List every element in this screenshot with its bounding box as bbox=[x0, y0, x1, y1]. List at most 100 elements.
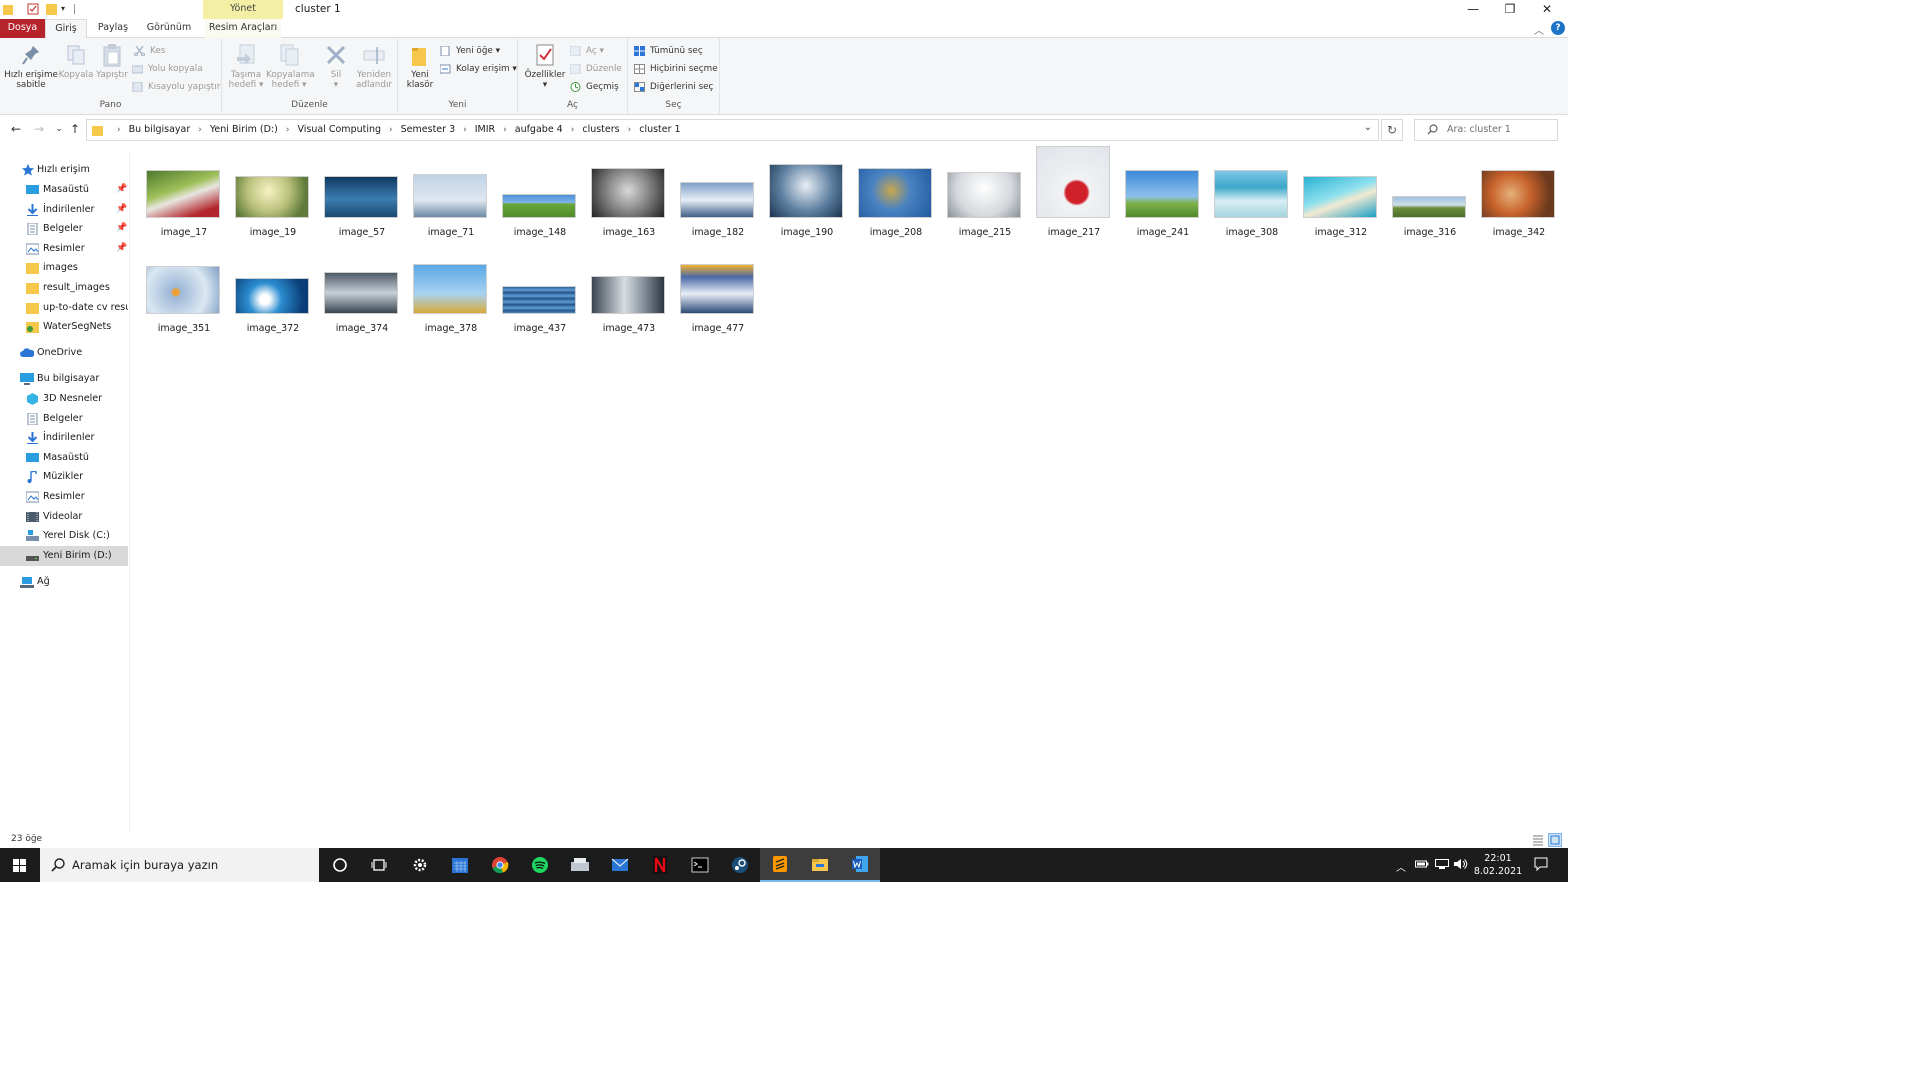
nav-pc-item[interactable]: Yerel Disk (C:) bbox=[0, 526, 128, 546]
select-all-button[interactable]: Tümünü seç bbox=[634, 43, 703, 59]
easy-access-button[interactable]: Kolay erişim ▾ bbox=[439, 61, 517, 77]
pin-icon[interactable]: 📌 bbox=[116, 200, 127, 219]
nav-quick-item[interactable]: İndirilenler 📌 bbox=[0, 200, 128, 220]
customize-quick-access-icon[interactable]: ▾ bbox=[61, 3, 72, 15]
back-arrow-icon[interactable]: ← bbox=[8, 122, 24, 138]
new-folder-button[interactable]: Yeni klasör bbox=[402, 42, 438, 90]
task-view-icon[interactable] bbox=[359, 848, 399, 882]
nav-quick-access[interactable]: Hızlı erişim bbox=[0, 160, 128, 180]
breadcrumb-item[interactable]: Visual Computing bbox=[297, 120, 381, 139]
large-icons-view-icon[interactable] bbox=[1548, 833, 1562, 847]
tab-home[interactable]: Giriş bbox=[45, 19, 87, 39]
breadcrumb-item[interactable]: aufgabe 4 bbox=[515, 120, 563, 139]
forward-arrow-icon[interactable]: → bbox=[31, 122, 47, 138]
recent-locations-chevron-icon[interactable]: ⌄ bbox=[51, 122, 67, 138]
file-tile[interactable]: image_437 bbox=[496, 248, 580, 340]
file-tile[interactable]: image_215 bbox=[941, 152, 1025, 244]
settings-gear-icon[interactable] bbox=[400, 848, 440, 882]
nav-quick-item[interactable]: images bbox=[0, 258, 128, 278]
select-none-button[interactable]: Hiçbirini seçme bbox=[634, 61, 718, 77]
netflix-icon[interactable] bbox=[640, 848, 680, 882]
pin-icon[interactable]: 📌 bbox=[116, 239, 127, 258]
refresh-icon[interactable]: ↻ bbox=[1381, 119, 1403, 141]
file-tile[interactable]: image_57 bbox=[318, 152, 402, 244]
pin-quick-access-button[interactable]: Hızlı erişime sabitle bbox=[4, 42, 58, 90]
spotify-icon[interactable] bbox=[520, 848, 560, 882]
breadcrumb-chevron-icon[interactable]: › bbox=[628, 121, 632, 140]
mail-icon[interactable] bbox=[600, 848, 640, 882]
nav-onedrive[interactable]: OneDrive bbox=[0, 343, 128, 363]
minimize-ribbon-icon[interactable]: ︿ bbox=[1534, 22, 1544, 37]
calendar-app-icon[interactable] bbox=[440, 848, 480, 882]
nav-pc-item[interactable]: Belgeler bbox=[0, 409, 128, 429]
scanner-app-icon[interactable] bbox=[560, 848, 600, 882]
properties-quick-icon[interactable] bbox=[27, 3, 39, 15]
restore-button[interactable]: ❐ bbox=[1492, 0, 1528, 19]
file-tile[interactable]: image_71 bbox=[407, 152, 491, 244]
properties-button[interactable]: Özellikler ▾ bbox=[522, 42, 568, 90]
file-tile[interactable]: image_372 bbox=[229, 248, 313, 340]
file-tile[interactable]: image_241 bbox=[1119, 152, 1203, 244]
breadcrumb-item[interactable]: IMIR bbox=[475, 120, 495, 139]
nav-quick-item[interactable]: up-to-date cv resur bbox=[0, 298, 128, 318]
rename-button[interactable]: Yeniden adlandır bbox=[354, 42, 394, 90]
pin-icon[interactable]: 📌 bbox=[116, 180, 127, 199]
battery-icon[interactable] bbox=[1415, 859, 1429, 872]
tab-file[interactable]: Dosya bbox=[0, 19, 45, 38]
invert-selection-button[interactable]: Diğerlerini seç bbox=[634, 79, 713, 95]
delete-button[interactable]: Sil ▾ bbox=[318, 42, 354, 90]
tab-view[interactable]: Görünüm bbox=[142, 19, 196, 38]
nav-pc-item[interactable]: Masaüstü bbox=[0, 448, 128, 468]
copy-to-button[interactable]: Kopyalama hedefi ▾ bbox=[266, 42, 315, 90]
close-button[interactable]: ✕ bbox=[1529, 0, 1565, 19]
paste-shortcut-button[interactable]: Kısayolu yapıştır bbox=[132, 79, 220, 95]
file-tile[interactable]: image_378 bbox=[407, 248, 491, 340]
taskbar-clock[interactable]: 22:01 8.02.2021 bbox=[1470, 852, 1526, 878]
tab-picture-tools[interactable]: Resim Araçları bbox=[205, 19, 281, 38]
nav-this-pc[interactable]: Bu bilgisayar bbox=[0, 369, 128, 389]
help-icon[interactable]: ? bbox=[1551, 21, 1565, 35]
file-tile[interactable]: image_208 bbox=[852, 152, 936, 244]
new-item-button[interactable]: Yeni öğe ▾ bbox=[440, 43, 500, 59]
nav-quick-item[interactable]: Resimler 📌 bbox=[0, 239, 128, 259]
file-tile[interactable]: image_477 bbox=[674, 248, 758, 340]
breadcrumb-item[interactable]: Semester 3 bbox=[401, 120, 455, 139]
network-status-icon[interactable] bbox=[1435, 859, 1449, 872]
breadcrumb-chevron-icon[interactable]: › bbox=[503, 121, 507, 140]
terminal-icon[interactable] bbox=[680, 848, 720, 882]
file-tile[interactable]: image_148 bbox=[496, 152, 580, 244]
file-tile[interactable]: image_308 bbox=[1208, 152, 1292, 244]
file-tile[interactable]: image_17 bbox=[140, 152, 224, 244]
open-button[interactable]: Aç ▾ bbox=[569, 43, 604, 59]
tab-share[interactable]: Paylaş bbox=[92, 19, 134, 38]
nav-pc-item[interactable]: Yeni Birim (D:) bbox=[0, 545, 128, 566]
word-icon[interactable] bbox=[840, 848, 880, 882]
nav-quick-item[interactable]: result_images bbox=[0, 278, 128, 298]
new-folder-quick-icon[interactable] bbox=[46, 3, 57, 15]
windows-start-icon[interactable] bbox=[0, 848, 40, 882]
edit-button[interactable]: Düzenle bbox=[569, 61, 622, 77]
file-tile[interactable]: image_316 bbox=[1386, 152, 1470, 244]
steam-icon[interactable] bbox=[720, 848, 760, 882]
cut-button[interactable]: Kes bbox=[134, 43, 165, 59]
copy-button[interactable]: Kopyala bbox=[58, 42, 94, 80]
tray-overflow-chevron-icon[interactable]: ︿ bbox=[1396, 859, 1406, 874]
breadcrumb-chevron-icon[interactable]: › bbox=[571, 121, 575, 140]
file-tile[interactable]: image_342 bbox=[1475, 152, 1559, 244]
sublime-text-icon[interactable] bbox=[760, 848, 800, 882]
minimize-button[interactable]: — bbox=[1455, 0, 1491, 19]
nav-pc-item[interactable]: 3D Nesneler bbox=[0, 389, 128, 409]
move-to-button[interactable]: Taşıma hedefi ▾ bbox=[226, 42, 266, 90]
file-tile[interactable]: image_473 bbox=[585, 248, 669, 340]
taskbar-search-input[interactable]: Aramak için buraya yazın bbox=[40, 848, 319, 882]
breadcrumb-chevron-icon[interactable]: › bbox=[286, 121, 290, 140]
address-bar[interactable]: › Bu bilgisayar › Yeni Birim (D:) › Visual Co… bbox=[86, 119, 1379, 141]
address-history-chevron-icon[interactable]: ⌄ bbox=[1364, 122, 1372, 133]
details-view-icon[interactable] bbox=[1531, 833, 1545, 847]
file-tile[interactable]: image_351 bbox=[140, 248, 224, 340]
pin-icon[interactable]: 📌 bbox=[116, 219, 127, 238]
nav-pc-item[interactable]: Videolar bbox=[0, 507, 128, 527]
chrome-icon[interactable] bbox=[480, 848, 520, 882]
up-arrow-icon[interactable]: ↑ bbox=[67, 122, 83, 138]
search-input[interactable]: Ara: cluster 1 bbox=[1414, 119, 1558, 141]
